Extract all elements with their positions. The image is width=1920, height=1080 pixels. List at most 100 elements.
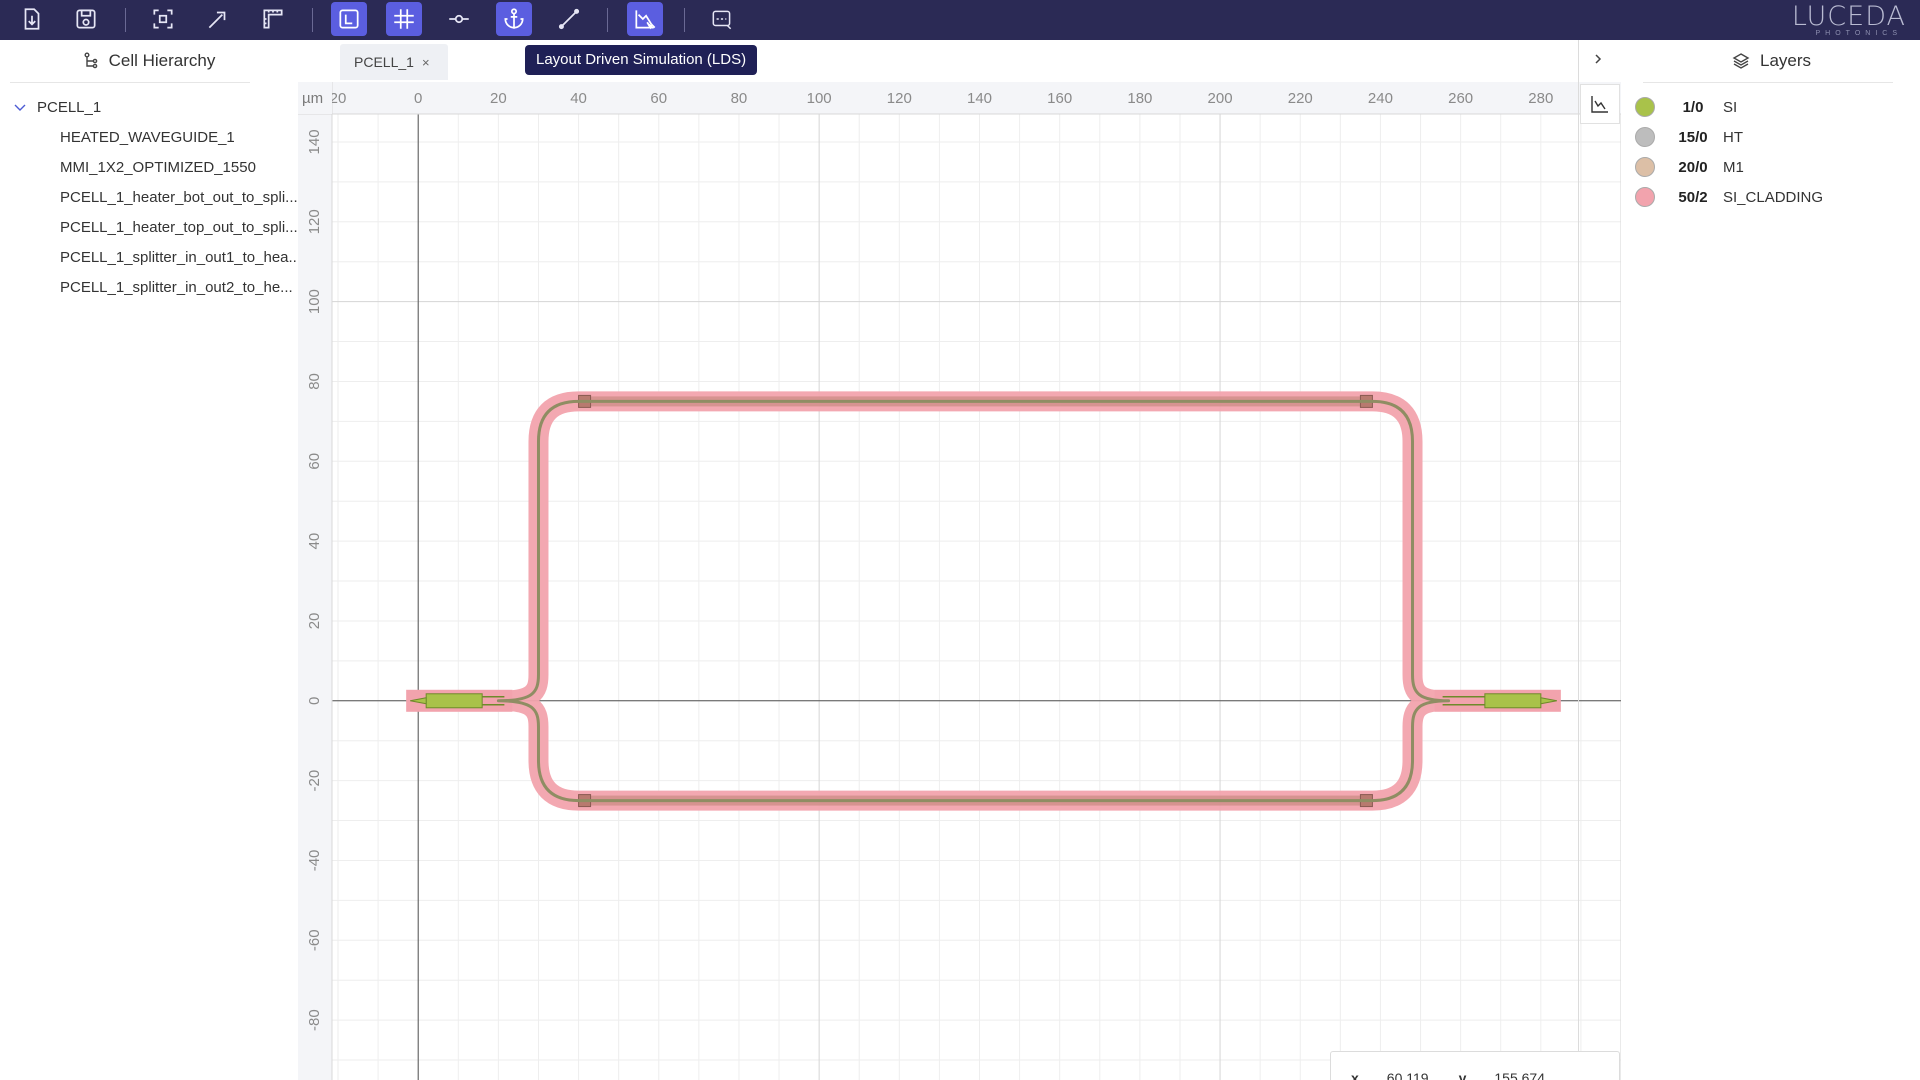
layer-color-swatch[interactable]	[1635, 127, 1655, 147]
layer-row-si-cladding[interactable]: 50/2 SI_CLADDING	[1635, 182, 1915, 212]
mmi-right-core	[1484, 693, 1542, 709]
simulation-icon	[635, 10, 656, 30]
tree-item[interactable]: HEATED_WAVEGUIDE_1	[0, 122, 298, 152]
collapse-right-panel-button[interactable]	[1588, 49, 1608, 69]
layer-color-swatch[interactable]	[1635, 187, 1655, 207]
y-tick-label: 40	[306, 533, 323, 550]
cursor-coordinates: x 60.119 y 155.674	[1330, 1051, 1620, 1080]
drc-button[interactable]	[704, 2, 740, 36]
save-button[interactable]	[68, 2, 104, 36]
brand-name: LUCEDA	[1791, 0, 1906, 32]
port-button[interactable]	[441, 2, 477, 36]
y-tick-label: -40	[306, 850, 323, 872]
route-button[interactable]	[200, 2, 236, 36]
chevron-right-icon	[1595, 54, 1602, 64]
x-value: 60.119	[1386, 1070, 1429, 1080]
x-tick-label: 200	[1208, 90, 1233, 107]
chevron-down-icon[interactable]	[12, 99, 28, 115]
import-icon	[24, 8, 40, 30]
port-icon	[449, 14, 469, 24]
tree-item[interactable]: MMI_1X2_OPTIMIZED_1550	[0, 152, 298, 182]
x-tick-label: 240	[1368, 90, 1393, 107]
toolbar-separator	[684, 8, 685, 32]
tab-close-icon[interactable]: ×	[422, 55, 430, 70]
anchor-button[interactable]	[496, 2, 532, 36]
y-tick-label: -60	[306, 929, 323, 951]
x-tick-label: 60	[650, 90, 667, 107]
brand-subtitle: PHOTONICS	[1815, 29, 1902, 37]
layout-canvas[interactable]: 20 0 20 40 60 80 100 120 140 160 180 200 220 240 260 28…	[298, 82, 1621, 1080]
tooltip: Layout Driven Simulation (LDS)	[525, 45, 758, 75]
y-tick-label: 60	[306, 453, 323, 470]
chart-icon	[1591, 96, 1608, 113]
x-tick-label: 0	[414, 90, 422, 107]
x-tick-label: 220	[1288, 90, 1313, 107]
grid-button[interactable]	[386, 2, 422, 36]
cell-tree: PCELL_1 HEATED_WAVEGUIDE_1 MMI_1X2_OPTIM…	[0, 92, 298, 302]
layout-svg[interactable]: 20 0 20 40 60 80 100 120 140 160 180 200 220 240 260 28…	[298, 82, 1621, 1080]
y-tick-label: -80	[306, 1009, 323, 1031]
import-button[interactable]	[14, 2, 50, 36]
y-tick-label: 140	[306, 129, 323, 154]
layers-header: Layers	[1623, 40, 1920, 82]
cell-hierarchy-header: Cell Hierarchy	[0, 40, 298, 82]
layer-number: 15/0	[1678, 128, 1708, 146]
fit-view-icon	[153, 9, 173, 29]
layer-row-si[interactable]: 1/0 SI	[1635, 92, 1915, 122]
x-tick-label: 140	[967, 90, 992, 107]
y-label: y	[1458, 1070, 1467, 1080]
divider	[10, 82, 250, 83]
y-tick-label: 100	[306, 289, 323, 314]
unit-label: µm	[302, 90, 323, 107]
mmi-left-core	[425, 693, 483, 709]
tree-item[interactable]: PCELL_1_splitter_in_out1_to_hea...	[0, 242, 298, 272]
grid-icon	[394, 9, 414, 29]
layout-icon	[339, 9, 359, 29]
simulation-panel-button[interactable]	[1580, 84, 1620, 124]
simulation-button[interactable]	[627, 2, 663, 36]
divider	[1578, 40, 1579, 1080]
tree-root[interactable]: PCELL_1	[0, 92, 298, 122]
tab-bar: PCELL_1 ×	[298, 40, 1578, 80]
layer-number: 50/2	[1678, 188, 1708, 206]
tab-label: PCELL_1	[354, 54, 414, 70]
fit-view-button[interactable]	[145, 2, 181, 36]
x-tick-label: 160	[1047, 90, 1072, 107]
toolbar-separator	[125, 8, 126, 32]
cell-hierarchy-panel: Cell Hierarchy PCELL_1 HEATED_WAVEGUIDE_…	[0, 40, 298, 1080]
hierarchy-icon	[83, 52, 99, 70]
layer-name: M1	[1723, 158, 1744, 176]
layer-color-swatch[interactable]	[1635, 157, 1655, 177]
tree-item[interactable]: PCELL_1_splitter_in_out2_to_he...	[0, 272, 298, 302]
x-tick-label: 260	[1448, 90, 1473, 107]
x-tick-label: 40	[570, 90, 587, 107]
y-tick-label: 0	[306, 697, 323, 705]
x-tick-label: 120	[887, 90, 912, 107]
waveguide-button[interactable]	[551, 2, 587, 36]
tree-item[interactable]: PCELL_1_heater_bot_out_to_spli...	[0, 182, 298, 212]
anchor-icon	[504, 8, 524, 29]
y-tick-label: -20	[306, 770, 323, 792]
y-tick-label: 20	[306, 613, 323, 630]
x-tick-label: 80	[731, 90, 748, 107]
layer-row-m1[interactable]: 20/0 M1	[1635, 152, 1915, 182]
tab-pcell-1[interactable]: PCELL_1 ×	[340, 44, 448, 80]
y-tick-label: 80	[306, 373, 323, 390]
tree-item[interactable]: PCELL_1_heater_top_out_to_spli...	[0, 212, 298, 242]
save-icon	[76, 9, 96, 29]
layout-button[interactable]	[331, 2, 367, 36]
layer-name: SI_CLADDING	[1723, 188, 1824, 206]
layers-title: Layers	[1759, 51, 1812, 70]
brand-logo: LUCEDA PHOTONICS	[1792, 0, 1906, 40]
divider	[1643, 82, 1893, 83]
x-tick-label: 280	[1528, 90, 1553, 107]
layer-row-ht[interactable]: 15/0 HT	[1635, 122, 1915, 152]
layer-color-swatch[interactable]	[1635, 97, 1655, 117]
x-label: x	[1351, 1070, 1359, 1080]
layer-number: 1/0	[1682, 98, 1704, 116]
y-value: 155.674	[1494, 1070, 1545, 1080]
layer-name: HT	[1723, 128, 1743, 146]
ruler-icon	[263, 9, 283, 29]
layers-icon	[1732, 52, 1750, 70]
ruler-button[interactable]	[255, 2, 291, 36]
